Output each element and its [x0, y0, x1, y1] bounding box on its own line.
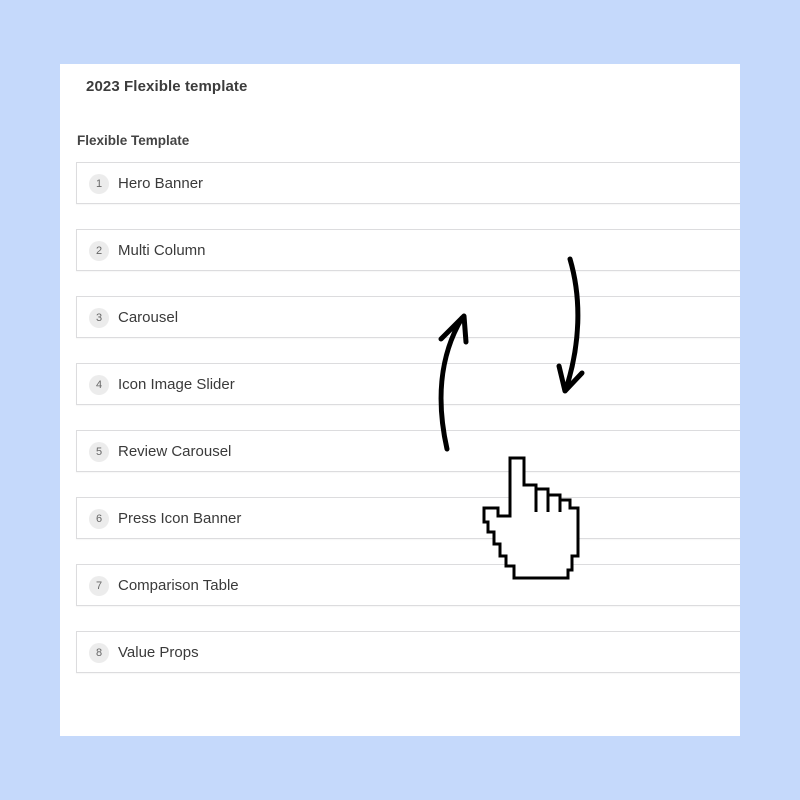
row-label: Value Props	[118, 644, 199, 661]
field-label: Flexible Template	[77, 133, 190, 148]
row-order-handle[interactable]: 6	[89, 509, 109, 529]
layout-row[interactable]: 1 Hero Banner	[76, 162, 740, 204]
flexible-template-panel: 2023 Flexible template Flexible Template…	[60, 64, 740, 736]
row-label: Icon Image Slider	[118, 376, 235, 393]
layout-row[interactable]: 5 Review Carousel	[76, 430, 740, 472]
layout-row[interactable]: 3 Carousel	[76, 296, 740, 338]
row-order-handle[interactable]: 5	[89, 442, 109, 462]
row-order-handle[interactable]: 2	[89, 241, 109, 261]
layout-row[interactable]: 6 Press Icon Banner	[76, 497, 740, 539]
row-order-handle[interactable]: 1	[89, 174, 109, 194]
row-label: Review Carousel	[118, 443, 232, 460]
row-label: Comparison Table	[118, 577, 239, 594]
row-order-handle[interactable]: 3	[89, 308, 109, 328]
panel-title: 2023 Flexible template	[86, 78, 248, 95]
layout-row[interactable]: 2 Multi Column	[76, 229, 740, 271]
row-label: Press Icon Banner	[118, 510, 242, 527]
row-order-handle[interactable]: 8	[89, 643, 109, 663]
row-order-handle[interactable]: 4	[89, 375, 109, 395]
layout-row[interactable]: 4 Icon Image Slider	[76, 363, 740, 405]
layout-row[interactable]: 7 Comparison Table	[76, 564, 740, 606]
row-label: Multi Column	[118, 242, 206, 259]
layout-row[interactable]: 8 Value Props	[76, 631, 740, 673]
row-label: Carousel	[118, 309, 179, 326]
row-label: Hero Banner	[118, 175, 204, 192]
row-order-handle[interactable]: 7	[89, 576, 109, 596]
